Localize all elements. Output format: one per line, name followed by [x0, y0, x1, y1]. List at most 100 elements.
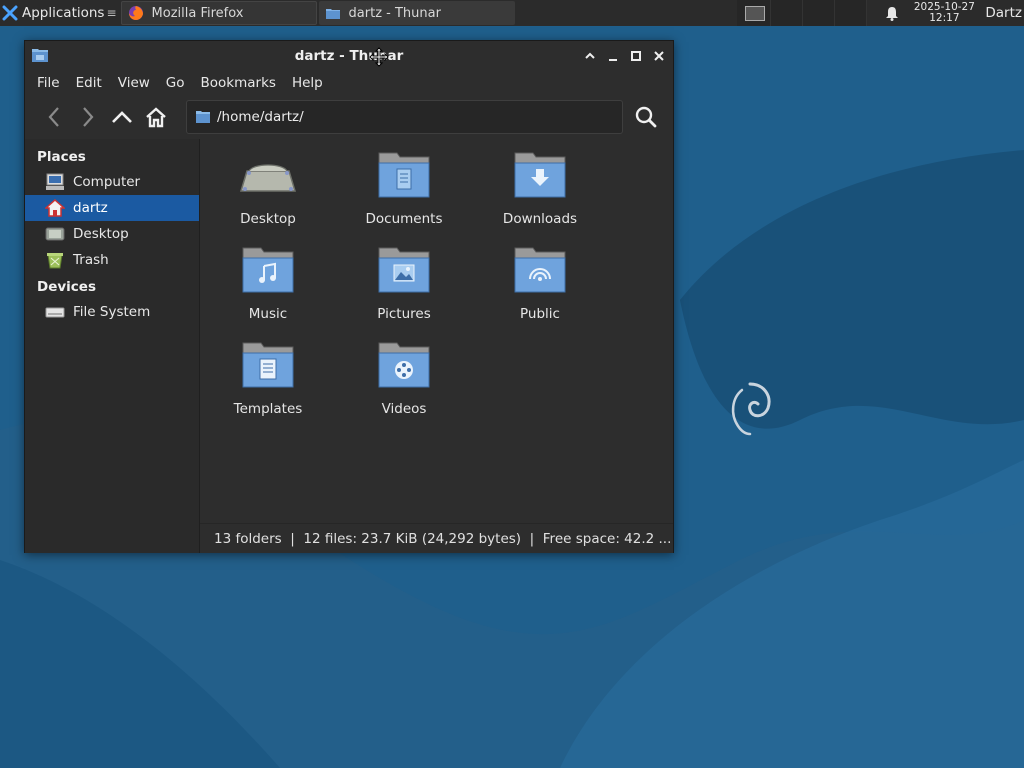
file-label: Templates	[233, 401, 303, 417]
sidebar-item-label: Computer	[73, 174, 141, 190]
applications-menu-button[interactable]: Applications ≡	[0, 0, 119, 26]
templates-folder-icon	[242, 342, 294, 388]
taskbar-thunar-label: dartz - Thunar	[348, 5, 441, 21]
file-item-templates[interactable]: Templates	[208, 331, 328, 423]
user-menu[interactable]: Dartz	[985, 5, 1024, 21]
move-cursor-icon	[369, 47, 389, 67]
workspace-window-thumbnail	[744, 5, 765, 21]
videos-folder-icon	[378, 342, 430, 388]
minimize-button[interactable]	[604, 47, 621, 64]
workspace-switcher[interactable]	[737, 0, 868, 26]
drive-icon	[45, 303, 65, 321]
desktop-folder-icon	[239, 164, 297, 192]
file-item-documents[interactable]: Documents	[344, 141, 464, 233]
window-controls	[581, 47, 667, 64]
workspace-4[interactable]	[835, 0, 868, 26]
status-text: 13 folders | 12 files: 23.7 KiB (24,292 …	[214, 530, 672, 547]
sidebar-item-dartz[interactable]: dartz	[25, 195, 199, 221]
home-icon	[146, 107, 166, 128]
sidebar-item-label: Desktop	[73, 226, 129, 242]
menubar: File Edit View Go Bookmarks Help	[25, 71, 673, 95]
workspace-2[interactable]	[771, 0, 804, 26]
menu-bookmarks[interactable]: Bookmarks	[193, 75, 284, 91]
file-label: Music	[248, 306, 288, 322]
documents-folder-icon	[378, 152, 430, 198]
file-item-pictures[interactable]: Pictures	[344, 236, 464, 328]
bell-icon	[886, 6, 899, 21]
window-title: dartz - Thunar	[294, 48, 404, 64]
sidebar: Places Computer dartz Desktop Trash Devi…	[25, 139, 200, 553]
sidebar-item-label: dartz	[73, 200, 108, 216]
folder-icon	[325, 9, 340, 19]
sidebar-item-desktop[interactable]: Desktop	[25, 221, 199, 247]
computer-icon	[45, 173, 65, 191]
sidebar-item-label: File System	[73, 304, 151, 320]
file-label: Videos	[381, 401, 427, 417]
taskbar-thunar[interactable]: dartz - Thunar	[318, 1, 515, 25]
trash-icon	[45, 251, 65, 269]
sidebar-item-trash[interactable]: Trash	[25, 247, 199, 273]
desktop-icon	[45, 225, 65, 243]
clock[interactable]: 2025-10-27 12:17	[907, 2, 981, 24]
clock-time: 12:17	[929, 12, 960, 24]
applications-label: Applications	[22, 5, 105, 21]
file-label: Documents	[365, 211, 443, 227]
maximize-button[interactable]	[627, 47, 644, 64]
xfce-logo-icon	[2, 5, 18, 21]
home-button[interactable]	[139, 100, 173, 134]
file-item-public[interactable]: Public	[480, 236, 600, 328]
file-view[interactable]: Desktop Documents Downloads Music Pictur…	[200, 139, 673, 523]
public-folder-icon	[514, 247, 566, 293]
taskbar-firefox[interactable]: Mozilla Firefox	[120, 1, 317, 25]
forward-button[interactable]	[71, 100, 105, 134]
menu-go[interactable]: Go	[158, 75, 193, 91]
folder-icon	[196, 111, 210, 123]
top-panel: Applications ≡ Mozilla Firefox dartz - T…	[0, 0, 1024, 26]
location-bar[interactable]: /home/dartz/	[186, 100, 623, 134]
search-button[interactable]	[629, 100, 663, 134]
home-icon	[45, 199, 65, 217]
workspace-1[interactable]	[739, 0, 772, 26]
back-button[interactable]	[37, 100, 71, 134]
maximize-icon	[630, 50, 641, 61]
pictures-folder-icon	[378, 247, 430, 293]
menu-edit[interactable]: Edit	[68, 75, 110, 91]
close-button[interactable]	[650, 47, 667, 64]
file-item-videos[interactable]: Videos	[344, 331, 464, 423]
downloads-folder-icon	[514, 152, 566, 198]
window-titlebar[interactable]: dartz - Thunar	[25, 41, 673, 71]
chevron-left-icon	[48, 107, 59, 127]
close-icon	[653, 50, 664, 61]
file-label: Pictures	[377, 306, 431, 322]
file-item-downloads[interactable]: Downloads	[480, 141, 600, 233]
file-item-music[interactable]: Music	[208, 236, 328, 328]
chevron-up-icon	[112, 111, 132, 123]
menu-help[interactable]: Help	[284, 75, 331, 91]
file-label: Downloads	[502, 211, 578, 227]
menu-file[interactable]: File	[29, 75, 68, 91]
file-item-desktop[interactable]: Desktop	[208, 141, 328, 233]
sidebar-item-file-system[interactable]: File System	[25, 299, 199, 325]
applications-menu-icon: ≡	[106, 6, 117, 20]
notifications-button[interactable]	[877, 0, 907, 26]
workspace-3[interactable]	[803, 0, 836, 26]
sidebar-item-label: Trash	[73, 252, 109, 268]
places-heading[interactable]: Places	[25, 145, 199, 169]
content-area: Places Computer dartz Desktop Trash Devi…	[25, 139, 673, 553]
taskbar-firefox-label: Mozilla Firefox	[151, 5, 244, 21]
parent-folder-button[interactable]	[105, 100, 139, 134]
debian-swirl-logo	[731, 382, 771, 436]
devices-heading[interactable]: Devices	[25, 275, 199, 299]
search-icon	[635, 106, 657, 128]
shade-button[interactable]	[581, 47, 598, 64]
chevron-up-icon	[584, 52, 595, 59]
file-label: Public	[520, 306, 560, 322]
chevron-right-icon	[83, 107, 94, 127]
sidebar-item-computer[interactable]: Computer	[25, 169, 199, 195]
menu-view[interactable]: View	[110, 75, 158, 91]
status-bar: 13 folders | 12 files: 23.7 KiB (24,292 …	[200, 523, 673, 553]
toolbar: /home/dartz/	[25, 95, 673, 139]
location-path: /home/dartz/	[217, 109, 304, 125]
file-label: Desktop	[240, 211, 296, 227]
minimize-icon	[608, 58, 617, 61]
